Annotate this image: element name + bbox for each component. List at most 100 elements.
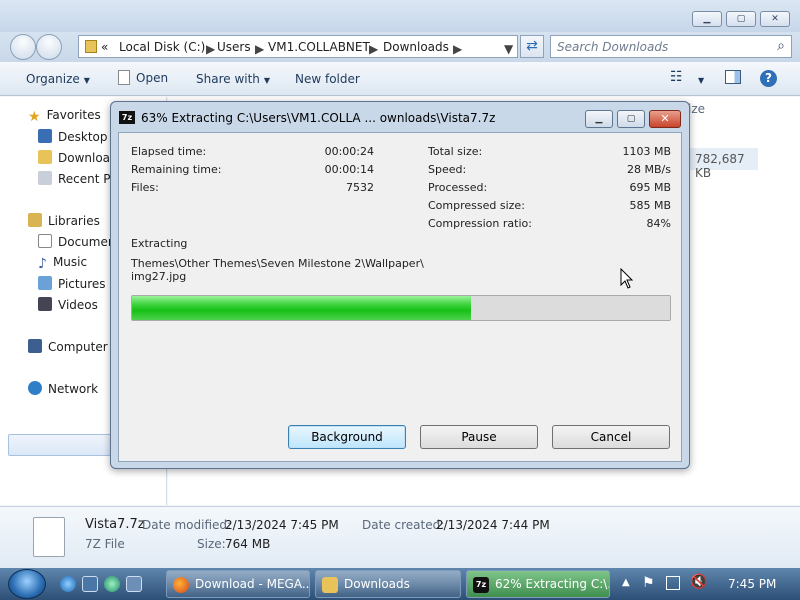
recent-places-icon: [38, 171, 52, 185]
background-button[interactable]: Background: [288, 425, 406, 449]
chevron-down-icon: ▼: [83, 76, 90, 85]
taskbar-item-label: Downloads: [344, 577, 410, 591]
compressed-size-value: 585 MB: [629, 199, 671, 212]
nav-favorites[interactable]: ★ Favorites: [28, 108, 101, 125]
breadcrumb-users[interactable]: Users: [217, 40, 251, 54]
videos-icon: [38, 297, 52, 311]
speed-label: Speed:: [428, 163, 467, 176]
forward-button[interactable]: [36, 34, 62, 60]
compression-ratio-value: 84%: [646, 217, 671, 230]
details-created-value: 2/13/2024 7:44 PM: [436, 518, 550, 532]
column-header-size[interactable]: ize: [688, 102, 705, 116]
chevron-down-icon[interactable]: ▼: [504, 42, 513, 56]
details-created-label: Date created:: [362, 518, 445, 532]
details-file-type: 7Z File: [85, 537, 125, 551]
file-size-cell[interactable]: 782,687 KB: [690, 148, 758, 180]
breadcrumb-local-disk[interactable]: Local Disk (C:): [119, 40, 205, 54]
pause-button[interactable]: Pause: [420, 425, 538, 449]
nav-videos[interactable]: Videos: [38, 297, 98, 312]
nav-network[interactable]: Network: [28, 381, 98, 396]
nav-computer[interactable]: Computer: [28, 339, 108, 354]
nav-pictures[interactable]: Pictures: [38, 276, 106, 291]
current-file-path-line2: img27.jpg: [131, 270, 187, 283]
chevron-right-icon[interactable]: ▶: [453, 42, 462, 56]
dialog-close-button[interactable]: ✕: [649, 110, 681, 128]
close-button[interactable]: ✕: [760, 11, 790, 27]
elapsed-time-value: 00:00:24: [324, 145, 374, 158]
show-hidden-icons-icon[interactable]: ▲: [622, 577, 630, 588]
compression-ratio-label: Compression ratio:: [428, 217, 532, 230]
new-folder-label: New folder: [295, 72, 360, 86]
extracting-label: Extracting: [131, 237, 188, 250]
taskbar-item-downloads[interactable]: Downloads: [315, 570, 461, 598]
progress-bar-fill: [132, 296, 471, 320]
processed-value: 695 MB: [629, 181, 671, 194]
dialog-title: 63% Extracting C:\Users\VM1.COLLA ... ow…: [141, 111, 496, 125]
preview-pane-icon[interactable]: [725, 70, 741, 84]
search-placeholder: Search Downloads: [557, 40, 669, 54]
taskbar-clock[interactable]: 7:45 PM: [728, 577, 776, 591]
documents-icon: [38, 234, 52, 248]
remaining-time-label: Remaining time:: [131, 163, 222, 176]
taskbar-item-firefox[interactable]: Download - MEGA...: [166, 570, 310, 598]
chevron-right-icon[interactable]: ▶: [369, 42, 378, 56]
nav-music[interactable]: ♪ Music: [38, 255, 87, 272]
dialog-titlebar[interactable]: 7z 63% Extracting C:\Users\VM1.COLLA ...…: [111, 102, 689, 132]
nav-buttons: [10, 34, 64, 60]
help-icon[interactable]: ?: [760, 70, 777, 87]
share-with-button[interactable]: Share with ▼: [196, 72, 270, 86]
new-folder-button[interactable]: New folder: [295, 72, 360, 86]
details-modified-label: Date modified:: [142, 518, 232, 532]
files-label: Files:: [131, 181, 159, 194]
total-size-value: 1103 MB: [622, 145, 671, 158]
nav-desktop[interactable]: Desktop: [38, 129, 108, 144]
taskbar-item-7zip[interactable]: 7z 62% Extracting C:\...: [466, 570, 610, 598]
chevron-right-icon[interactable]: ▶: [206, 42, 215, 56]
minimize-button[interactable]: ▁: [692, 11, 722, 27]
chevron-right-icon[interactable]: ▶: [255, 42, 264, 56]
file-icon: [118, 70, 130, 85]
nav-libraries[interactable]: Libraries: [28, 213, 100, 228]
nav-pictures-label: Pictures: [58, 277, 106, 291]
back-button[interactable]: [10, 34, 36, 60]
breadcrumb-user[interactable]: VM1.COLLABNET: [268, 40, 370, 54]
breadcrumb-downloads[interactable]: Downloads: [383, 40, 449, 54]
nav-videos-label: Videos: [58, 298, 98, 312]
address-overflow[interactable]: «: [101, 40, 108, 54]
start-button[interactable]: [8, 569, 46, 599]
action-center-flag-icon[interactable]: ⚑: [642, 575, 655, 591]
open-label: Open: [136, 71, 169, 85]
taskbar-item-label: 62% Extracting C:\...: [495, 577, 610, 591]
network-tray-icon[interactable]: [666, 576, 680, 590]
cancel-button[interactable]: Cancel: [552, 425, 670, 449]
address-bar[interactable]: « Local Disk (C:) ▶ Users ▶ VM1.COLLABNE…: [78, 35, 518, 58]
file-icon: [33, 517, 65, 557]
computer-icon: [28, 339, 42, 353]
search-input[interactable]: Search Downloads ⌕: [550, 35, 792, 58]
organize-button[interactable]: Organize ▼: [26, 72, 90, 86]
internet-explorer-icon[interactable]: [60, 576, 76, 592]
mouse-cursor-icon: [620, 268, 634, 289]
address-row: « Local Disk (C:) ▶ Users ▶ VM1.COLLABNE…: [0, 32, 800, 62]
open-button[interactable]: Open: [118, 70, 168, 85]
dialog-minimize-button[interactable]: ▁: [585, 110, 613, 128]
files-value: 7532: [346, 181, 374, 194]
nav-libraries-label: Libraries: [48, 214, 100, 228]
extract-progress-dialog: 7z 63% Extracting C:\Users\VM1.COLLA ...…: [110, 101, 690, 469]
media-player-icon[interactable]: [104, 576, 120, 592]
refresh-button[interactable]: ⇄: [520, 35, 544, 58]
view-options-icon[interactable]: ☷: [670, 69, 683, 85]
details-size-value: 764 MB: [225, 537, 271, 551]
switch-windows-icon[interactable]: [126, 576, 142, 592]
dialog-maximize-button[interactable]: ▢: [617, 110, 645, 128]
search-icon[interactable]: ⌕: [777, 38, 785, 54]
maximize-button[interactable]: ▢: [726, 11, 756, 27]
network-icon: [28, 381, 42, 395]
chevron-down-icon: ▼: [263, 76, 271, 85]
music-icon: ♪: [38, 256, 47, 272]
chevron-down-icon[interactable]: ▼: [694, 72, 704, 86]
show-desktop-icon[interactable]: [82, 576, 98, 592]
volume-muted-icon[interactable]: 🔇: [690, 574, 707, 590]
libraries-icon: [28, 213, 42, 227]
explorer-titlebar: ▁ ▢ ✕: [0, 0, 800, 32]
